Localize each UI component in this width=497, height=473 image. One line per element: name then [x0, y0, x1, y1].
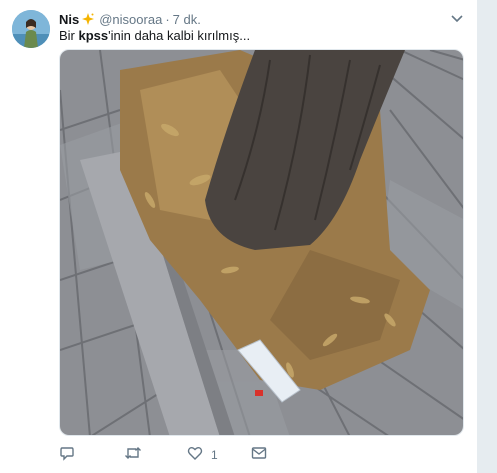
tweet-text-start: Bir — [59, 28, 79, 43]
avatar[interactable] — [12, 10, 50, 48]
reply-icon — [59, 445, 75, 461]
tweet-header: Nis @nisooraa · 7 dk. — [59, 10, 201, 28]
avatar-image — [12, 10, 50, 48]
tweet-photo[interactable] — [59, 49, 464, 436]
sparkle-star-icon — [81, 12, 95, 26]
photo-image — [60, 50, 463, 435]
tweet-text: Bir kpss'inin daha kalbi kırılmış... — [59, 27, 250, 44]
reply-button[interactable] — [59, 445, 75, 461]
chevron-down-icon[interactable] — [450, 12, 464, 26]
retweet-icon — [124, 445, 142, 461]
tweet-text-bold: kpss — [78, 28, 109, 43]
tweet-card[interactable]: Nis @nisooraa · 7 dk. Bir kpss'inin daha… — [0, 0, 478, 473]
like-count: 1 — [211, 448, 218, 462]
like-button[interactable] — [187, 445, 203, 461]
user-handle[interactable]: @nisooraa — [99, 12, 162, 27]
separator: · — [165, 11, 170, 27]
envelope-icon — [251, 445, 267, 461]
direct-message-button[interactable] — [251, 445, 267, 461]
display-name[interactable]: Nis — [59, 12, 79, 27]
heart-icon — [187, 445, 203, 461]
retweet-button[interactable] — [124, 445, 142, 461]
tweet-text-end: 'inin daha kalbi kırılmış... — [108, 28, 251, 43]
timestamp[interactable]: 7 dk. — [173, 12, 201, 27]
